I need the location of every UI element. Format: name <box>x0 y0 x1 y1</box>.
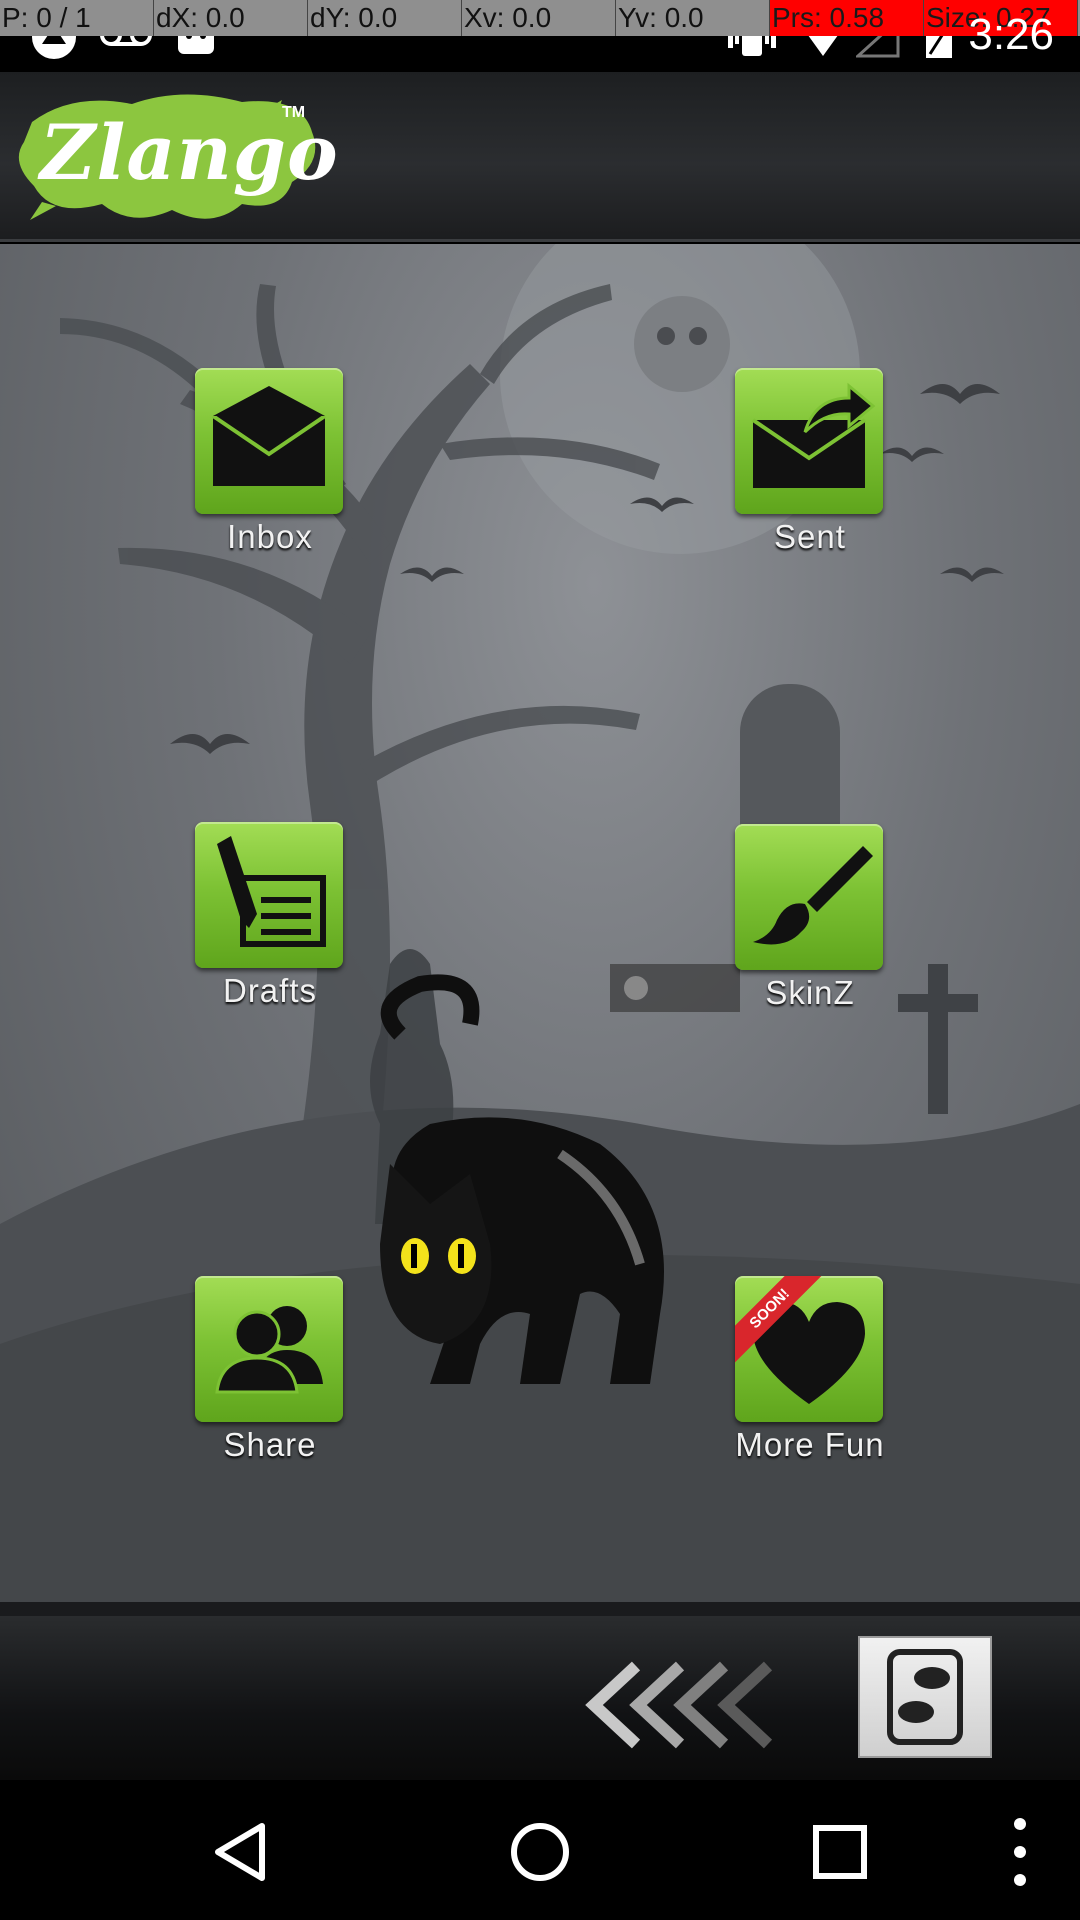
double-chevron-left-icon[interactable] <box>580 1660 810 1750</box>
more-fun-label: More Fun <box>735 1426 885 1463</box>
share-tile <box>195 1276 343 1422</box>
send-envelope-icon <box>751 382 876 488</box>
overflow-menu-icon[interactable] <box>970 1804 1070 1900</box>
sent-label: Sent <box>774 518 846 555</box>
inbox-button[interactable]: Inbox <box>170 368 370 588</box>
envelope-icon <box>211 386 327 486</box>
pen-document-icon <box>217 836 326 947</box>
inbox-label: Inbox <box>227 518 313 555</box>
recents-icon[interactable] <box>790 1804 890 1900</box>
trademark: TM <box>282 104 306 121</box>
chat-bubbles-icon <box>887 1649 963 1745</box>
share-label: Share <box>223 1426 317 1463</box>
sent-button[interactable]: Sent <box>710 368 910 588</box>
status-time: 3:26 <box>968 10 1054 59</box>
system-navigation-bar <box>0 1780 1080 1920</box>
skinz-label: SkinZ <box>765 974 855 1011</box>
velocity-x: Xv: 0.0 <box>462 0 616 36</box>
bottom-toolbar <box>0 1602 1080 1780</box>
delta-y: dY: 0.0 <box>308 0 462 36</box>
home-icon[interactable] <box>490 1804 590 1900</box>
app-header: Zlango TM <box>0 72 1080 242</box>
drafts-tile <box>195 822 343 968</box>
skinz-button[interactable]: SkinZ <box>710 824 910 1044</box>
back-icon[interactable] <box>190 1804 290 1900</box>
people-icon <box>215 1306 323 1394</box>
zlango-logo: Zlango TM <box>12 82 338 232</box>
skinz-tile <box>735 824 883 970</box>
pointer-count: P: 0 / 1 <box>0 0 154 36</box>
delta-x: dX: 0.0 <box>154 0 308 36</box>
more-fun-tile: SOON! <box>735 1276 883 1422</box>
heart-icon <box>753 1302 865 1404</box>
sent-tile <box>735 368 883 514</box>
drafts-label: Drafts <box>222 972 317 1009</box>
drafts-button[interactable]: Drafts <box>170 822 370 1042</box>
chat-button[interactable] <box>858 1636 992 1758</box>
halloween-background <box>0 244 1080 1602</box>
pressure: Prs: 0.58 <box>770 0 924 36</box>
velocity-y: Yv: 0.0 <box>616 0 770 36</box>
paintbrush-icon <box>753 846 873 945</box>
inbox-tile <box>195 368 343 514</box>
main-menu-area: Inbox Sent Drafts SkinZ Share SOON! More… <box>0 244 1080 1602</box>
share-button[interactable]: Share <box>170 1276 370 1496</box>
more-fun-button[interactable]: SOON! More Fun <box>710 1276 910 1496</box>
pointer-location-overlay: P: 0 / 1 dX: 0.0 dY: 0.0 Xv: 0.0 Yv: 0.0… <box>0 0 1080 36</box>
